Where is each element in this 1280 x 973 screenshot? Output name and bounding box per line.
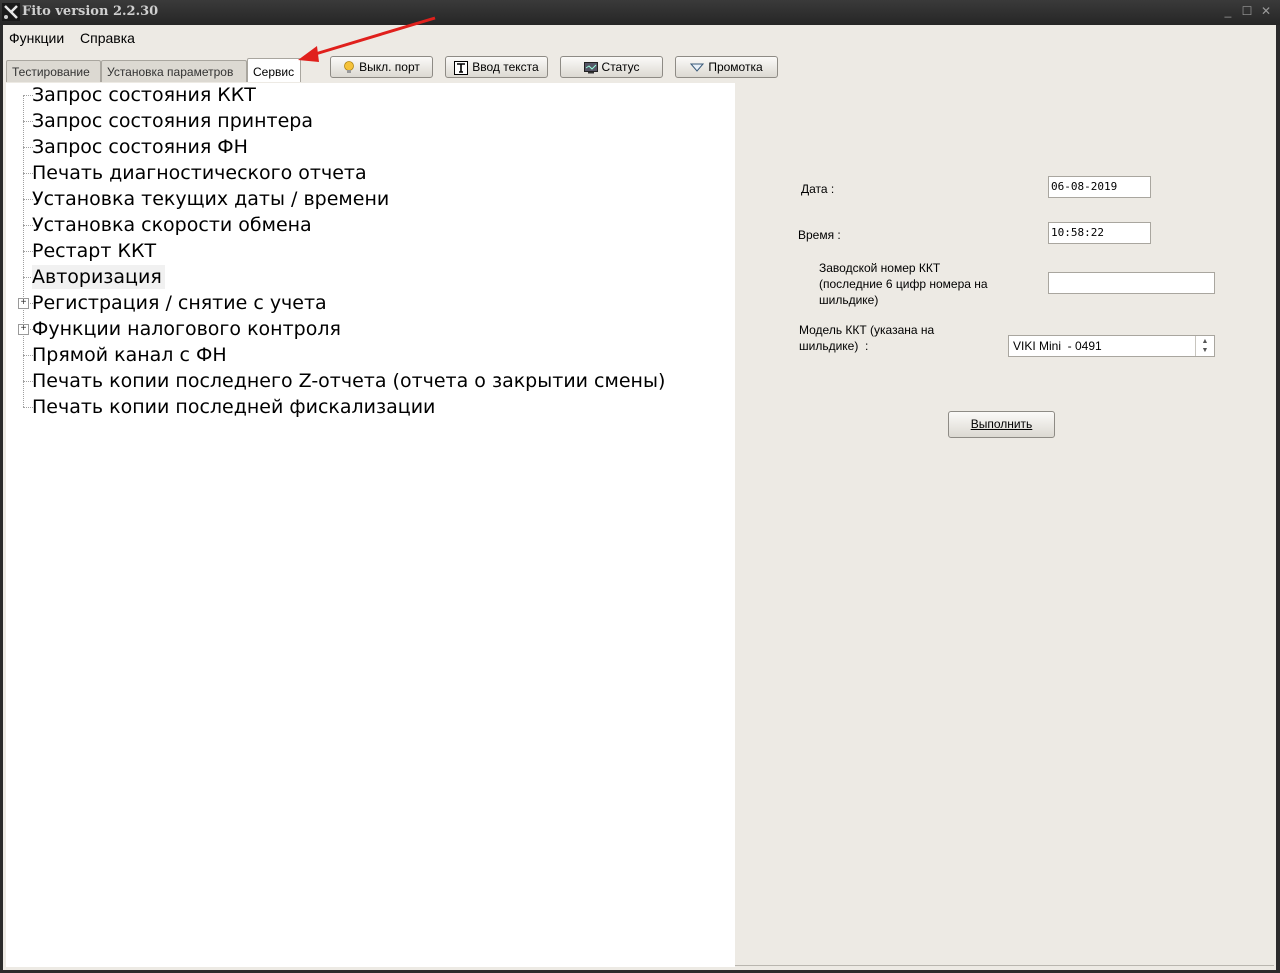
tree-item[interactable]: Запрос состояния ФН (32, 135, 248, 159)
text-icon (454, 60, 469, 75)
menu-functions[interactable]: Функции (9, 30, 64, 46)
model-select[interactable]: VIKI Mini - 0491 ▲ ▼ (1008, 335, 1215, 357)
model-select-value: VIKI Mini - 0491 (1013, 339, 1102, 353)
main-window: Функции Справка Тестирование Установка п… (3, 25, 1276, 970)
monitor-icon (583, 61, 598, 74)
tree-item[interactable]: Запрос состояния принтера (32, 109, 313, 133)
tree-item[interactable]: Функции налогового контроля (32, 317, 341, 341)
status-divider (735, 965, 1274, 966)
tree-item[interactable]: Установка текущих даты / времени (32, 187, 389, 211)
spin-arrows-icon[interactable]: ▲ ▼ (1195, 336, 1214, 356)
tree-item[interactable]: Авторизация (32, 265, 165, 289)
serial-label-line3: шильдике) (819, 293, 879, 307)
date-field[interactable]: 06-08-2019 (1048, 176, 1151, 198)
text-input-button[interactable]: Ввод текста (445, 56, 548, 78)
time-field[interactable]: 10:58:22 (1048, 222, 1151, 244)
tree-item[interactable]: Прямой канал с ФН (32, 343, 227, 367)
menu-help[interactable]: Справка (80, 30, 135, 46)
tree-item[interactable]: Печать копии последнего Z-отчета (отчета… (32, 369, 665, 393)
tab-parameters[interactable]: Установка параметров (101, 60, 247, 82)
tree-item[interactable]: Регистрация / снятие с учета (32, 291, 327, 315)
service-form-panel: Дата : 06-08-2019 Время : 10:58:22 Завод… (735, 85, 1274, 967)
model-label-line2: шильдике) : (799, 339, 869, 353)
window-title: Fito version 2.2.30 (22, 4, 159, 19)
app-icon (2, 3, 20, 21)
title-bar[interactable]: Fito version 2.2.30 _ ☐ ✕ (0, 0, 1280, 25)
model-label-line1: Модель ККТ (указана на (799, 323, 935, 337)
serial-number-field[interactable] (1048, 272, 1215, 294)
tab-testing[interactable]: Тестирование (6, 60, 101, 82)
tree-item[interactable]: Рестарт ККТ (32, 239, 156, 263)
menu-bar: Функции Справка (3, 25, 1276, 50)
tab-service[interactable]: Сервис (247, 58, 301, 82)
serial-label-line1: Заводской номер ККТ (819, 261, 941, 275)
port-off-button[interactable]: Выкл. порт (330, 56, 433, 78)
status-label: Статус (601, 60, 640, 74)
minimize-button[interactable]: _ (1220, 3, 1236, 19)
port-off-label: Выкл. порт (359, 60, 420, 74)
serial-label-line2: (последние 6 цифр номера на (819, 277, 988, 291)
execute-label: Выполнить (970, 417, 1033, 431)
chevron-down-icon (690, 63, 705, 72)
text-input-label: Ввод текста (472, 60, 539, 74)
execute-button[interactable]: Выполнить (948, 411, 1055, 438)
maximize-button[interactable]: ☐ (1239, 3, 1255, 19)
feed-label: Промотка (708, 60, 763, 74)
expand-icon[interactable]: + (18, 324, 29, 335)
close-button[interactable]: ✕ (1258, 3, 1274, 19)
feed-button[interactable]: Промотка (675, 56, 778, 78)
tree-item[interactable]: Печать копии последней фискализации (32, 395, 435, 419)
tree-item[interactable]: Печать диагностического отчета (32, 161, 367, 185)
service-tree[interactable]: Запрос состояния ККТ Запрос состояния при… (6, 83, 735, 967)
date-label: Дата : (801, 182, 835, 196)
tree-item[interactable]: Установка скорости обмена (32, 213, 312, 237)
tree-item[interactable]: Запрос состояния ККТ (32, 83, 256, 107)
expand-icon[interactable]: + (18, 298, 29, 309)
time-label: Время : (798, 228, 841, 242)
lightbulb-icon (344, 60, 355, 73)
status-button[interactable]: Статус (560, 56, 663, 78)
